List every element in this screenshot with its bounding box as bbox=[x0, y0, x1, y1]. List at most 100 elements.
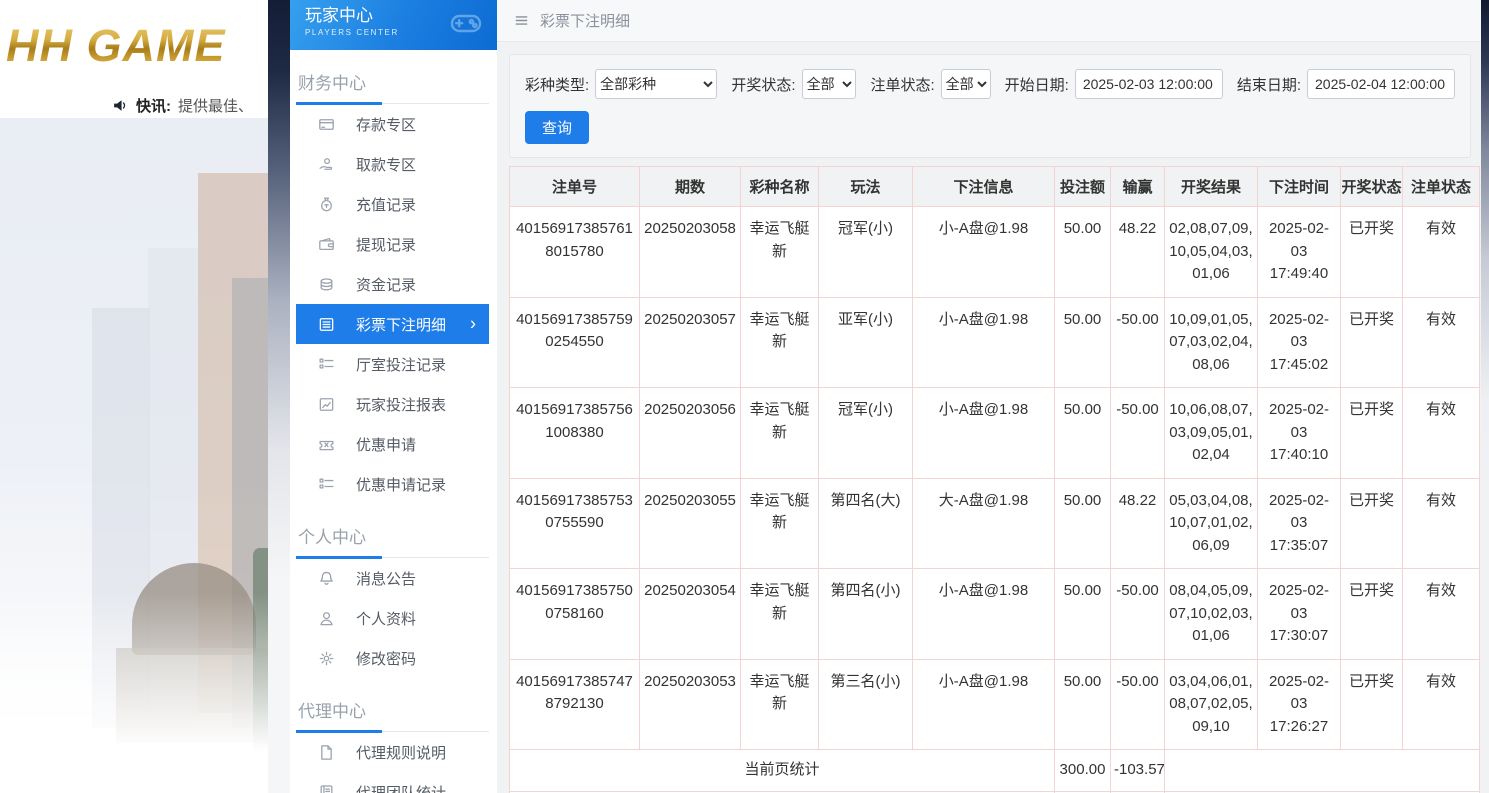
table-cell: 48.22 bbox=[1110, 206, 1165, 298]
sidebar-item-label: 取款专区 bbox=[356, 156, 417, 174]
filter-panel: 彩种类型: 全部彩种 开奖状态: 全部 注单状态: 全部 开始日期: 结束日期:… bbox=[509, 54, 1471, 158]
sidebar-item-funds-records[interactable]: 资金记录 bbox=[296, 264, 489, 304]
filter-row: 彩种类型: 全部彩种 开奖状态: 全部 注单状态: 全部 开始日期: 结束日期: bbox=[525, 69, 1455, 99]
hh-game-logo: HH GAME bbox=[6, 20, 226, 71]
card-icon bbox=[318, 116, 335, 133]
table-cell: 2025-02-03 17:30:07 bbox=[1257, 568, 1341, 660]
sidebar-item-change-password[interactable]: 修改密码 bbox=[296, 638, 489, 678]
search-button[interactable]: 查询 bbox=[525, 111, 590, 144]
order-status-select[interactable]: 全部 bbox=[940, 69, 991, 99]
hamburger-menu-icon[interactable] bbox=[513, 13, 530, 28]
table-cell: 401569173857561008380 bbox=[509, 387, 640, 479]
right-dark-strip bbox=[1481, 0, 1489, 793]
game-controller-icon bbox=[444, 7, 488, 39]
logo-area: HH GAME bbox=[0, 0, 268, 92]
content-area: 彩种类型: 全部彩种 开奖状态: 全部 注单状态: 全部 开始日期: 结束日期:… bbox=[497, 42, 1481, 793]
table-header: 投注额 bbox=[1054, 166, 1111, 207]
table-cell: 已开奖 bbox=[1340, 568, 1403, 660]
list-check-icon bbox=[318, 356, 335, 373]
start-date-label: 开始日期: bbox=[1004, 76, 1069, 94]
sidebar-item-player-bet-report[interactable]: 玩家投注报表 bbox=[296, 384, 489, 424]
table-cell: 05,03,04,08,10,07,01,02,06,09 bbox=[1164, 477, 1258, 569]
left-dark-strip bbox=[268, 0, 290, 793]
bet-details-table: 注单号 期数 彩种名称 玩法 下注信息 投注额 输赢 开奖结果 下注时间 开奖状态 注单状态 4015… bbox=[509, 166, 1480, 793]
table-cell: 10,06,08,07,03,09,05,01,02,04 bbox=[1164, 387, 1258, 479]
sidebar-item-label: 充值记录 bbox=[356, 196, 417, 214]
table-cell: 幸运飞艇新 bbox=[740, 568, 819, 660]
section-title: 个人中心 bbox=[296, 523, 489, 559]
table-cell: 有效 bbox=[1402, 568, 1480, 660]
table-cell: 2025-02-03 17:45:02 bbox=[1257, 296, 1341, 388]
sidebar-item-label: 玩家投注报表 bbox=[356, 396, 447, 414]
sidebar-item-label: 提现记录 bbox=[356, 236, 417, 254]
table-row: 401569173857530755590 20250203055 幸运飞艇新 第四名… bbox=[509, 477, 1480, 569]
table-cell: 20250203058 bbox=[639, 206, 741, 298]
table-header: 期数 bbox=[639, 166, 741, 207]
sidebar-item-withdraw-zone[interactable]: 取款专区 bbox=[296, 144, 489, 184]
page-title: 彩票下注明细 bbox=[540, 13, 631, 30]
table-cell: 冠军(小) bbox=[818, 387, 913, 479]
sidebar-item-label: 资金记录 bbox=[356, 276, 417, 294]
table-cell: 幸运飞艇新 bbox=[740, 477, 819, 569]
table-cell: 401569173857478792130 bbox=[509, 658, 640, 750]
table-cell: 幸运飞艇新 bbox=[740, 206, 819, 298]
table-cell: 401569173857618015780 bbox=[509, 206, 640, 298]
table-header: 开奖结果 bbox=[1164, 166, 1258, 207]
sidebar-item-promo-apply[interactable]: 优惠申请 bbox=[296, 424, 489, 464]
bell-icon bbox=[318, 570, 335, 587]
table-cell: 小-A盘@1.98 bbox=[912, 568, 1055, 660]
table-cell: 已开奖 bbox=[1340, 477, 1403, 569]
sidebar-item-agent-team-stats[interactable]: 代理团队统计 bbox=[296, 772, 489, 793]
table-row: 401569173857590254550 20250203057 幸运飞艇新 亚军(… bbox=[509, 296, 1480, 388]
end-date-input[interactable] bbox=[1307, 69, 1455, 99]
table-row: 401569173857561008380 20250203056 幸运飞艇新 冠军(… bbox=[509, 387, 1480, 479]
sidebar-item-profile[interactable]: 个人资料 bbox=[296, 598, 489, 638]
table-cell: 有效 bbox=[1402, 658, 1480, 750]
sidebar-item-promo-apply-records[interactable]: 优惠申请记录 bbox=[296, 464, 489, 504]
table-cell: 50.00 bbox=[1054, 296, 1111, 388]
table-cell: 有效 bbox=[1402, 477, 1480, 569]
table-header: 注单状态 bbox=[1402, 166, 1480, 207]
sidebar-item-hall-bet-records[interactable]: 厅室投注记录 bbox=[296, 344, 489, 384]
table-cell: 20250203053 bbox=[639, 658, 741, 750]
summary-label: 当前页统计 bbox=[509, 749, 1055, 792]
table-cell: 48.22 bbox=[1110, 477, 1165, 569]
table-cell: 50.00 bbox=[1054, 477, 1111, 569]
table-header: 下注信息 bbox=[912, 166, 1055, 207]
summary-row: 当前页统计 300.00 -103.57 bbox=[509, 749, 1480, 792]
sidebar-menu: 财务中心 存款专区取款专区充值记录提现记录资金记录彩票下注明细 › 厅室投注记录玩家投… bbox=[290, 69, 497, 793]
wallet-icon bbox=[318, 236, 335, 253]
table-header: 彩种名称 bbox=[740, 166, 819, 207]
sidebar-item-lottery-bet-details[interactable]: 彩票下注明细 › bbox=[296, 304, 489, 344]
start-date-input[interactable] bbox=[1074, 69, 1223, 99]
sidebar-item-notices[interactable]: 消息公告 bbox=[296, 558, 489, 598]
table-cell: -50.00 bbox=[1110, 658, 1165, 750]
table-cell: 2025-02-03 17:26:27 bbox=[1257, 658, 1341, 750]
news-marquee: 快讯: 提供最佳、 bbox=[0, 92, 268, 118]
user-icon bbox=[318, 610, 335, 627]
table-cell: 已开奖 bbox=[1340, 296, 1403, 388]
sidebar-item-withdraw-records[interactable]: 提现记录 bbox=[296, 224, 489, 264]
table-cell: 幸运飞艇新 bbox=[740, 387, 819, 479]
table-row: 401569173857478792130 20250203053 幸运飞艇新 第三名… bbox=[509, 658, 1480, 750]
ticket-icon bbox=[318, 436, 335, 453]
lottery-type-label: 彩种类型: bbox=[525, 76, 590, 94]
sidebar-header: 玩家中心 PLAYERS CENTER bbox=[290, 0, 497, 50]
sidebar-item-agent-rules[interactable]: 代理规则说明 bbox=[296, 732, 489, 772]
table-cell: 50.00 bbox=[1054, 387, 1111, 479]
table-cell: 2025-02-03 17:40:10 bbox=[1257, 387, 1341, 479]
table-header: 下注时间 bbox=[1257, 166, 1341, 207]
table-cell: 幸运飞艇新 bbox=[740, 296, 819, 388]
sidebar-item-recharge-records[interactable]: 充值记录 bbox=[296, 184, 489, 224]
coins-icon bbox=[318, 276, 335, 293]
table-cell: 已开奖 bbox=[1340, 658, 1403, 750]
sidebar-item-label: 优惠申请记录 bbox=[356, 476, 447, 494]
table-cell: 有效 bbox=[1402, 387, 1480, 479]
lottery-type-select[interactable]: 全部彩种 bbox=[595, 69, 718, 99]
sidebar-item-deposit-zone[interactable]: 存款专区 bbox=[296, 104, 489, 144]
section-title: 财务中心 bbox=[296, 69, 489, 105]
table-row: 401569173857618015780 20250203058 幸运飞艇新 冠军(… bbox=[509, 206, 1480, 298]
sidebar-item-label: 优惠申请 bbox=[356, 436, 417, 454]
draw-status-select[interactable]: 全部 bbox=[801, 69, 857, 99]
sidebar: 玩家中心 PLAYERS CENTER 财务中心 存款专区取款专区充值记录提现记录… bbox=[290, 0, 497, 793]
